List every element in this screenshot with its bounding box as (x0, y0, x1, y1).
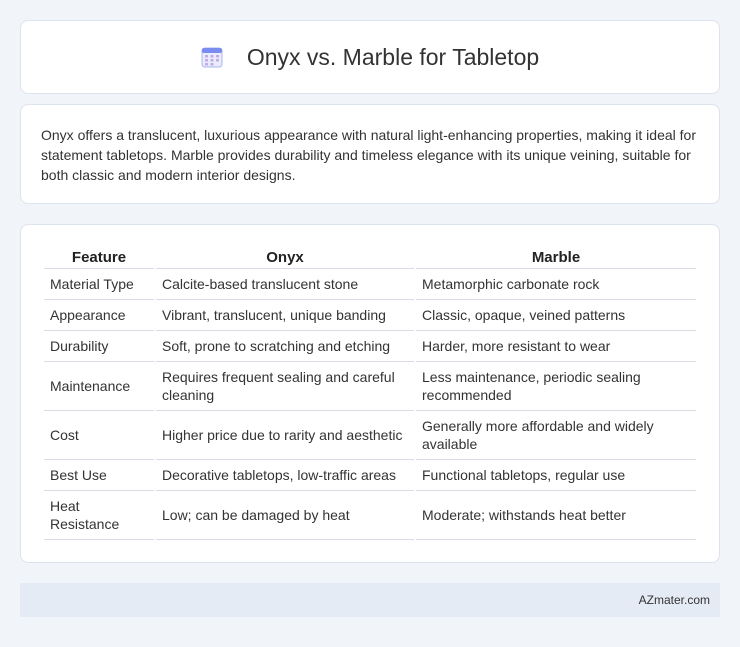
marble-cell: Less maintenance, periodic sealing recom… (416, 362, 696, 411)
feature-cell: Maintenance (44, 362, 154, 411)
marble-cell: Functional tabletops, regular use (416, 460, 696, 491)
table-row: Maintenance Requires frequent sealing an… (44, 362, 696, 411)
feature-cell: Heat Resistance (44, 491, 154, 540)
feature-cell: Material Type (44, 269, 154, 300)
comparison-table: Feature Onyx Marble Material Type Calcit… (42, 245, 698, 540)
header-marble: Marble (416, 245, 696, 269)
feature-cell: Best Use (44, 460, 154, 491)
onyx-cell: Higher price due to rarity and aesthetic (156, 411, 414, 460)
feature-cell: Durability (44, 331, 154, 362)
comparison-card: Feature Onyx Marble Material Type Calcit… (20, 224, 720, 563)
marble-cell: Generally more affordable and widely ava… (416, 411, 696, 460)
footer-site-link[interactable]: AZmater.com (639, 593, 710, 607)
page-title: Onyx vs. Marble for Tabletop (246, 43, 540, 70)
marble-cell: Moderate; withstands heat better (416, 491, 696, 540)
onyx-cell: Soft, prone to scratching and etching (156, 331, 414, 362)
onyx-cell: Decorative tabletops, low-traffic areas (156, 460, 414, 491)
feature-cell: Cost (44, 411, 154, 460)
table-row: Cost Higher price due to rarity and aest… (44, 411, 696, 460)
header-feature: Feature (44, 245, 154, 269)
calendar-icon (201, 47, 223, 68)
table-row: Heat Resistance Low; can be damaged by h… (44, 491, 696, 540)
feature-cell: Appearance (44, 300, 154, 331)
marble-cell: Classic, opaque, veined patterns (416, 300, 696, 331)
onyx-cell: Vibrant, translucent, unique banding (156, 300, 414, 331)
table-header-row: Feature Onyx Marble (44, 245, 696, 269)
header-onyx: Onyx (156, 245, 414, 269)
table-row: Durability Soft, prone to scratching and… (44, 331, 696, 362)
footer: AZmater.com (20, 583, 720, 617)
table-row: Material Type Calcite-based translucent … (44, 269, 696, 300)
onyx-cell: Requires frequent sealing and careful cl… (156, 362, 414, 411)
onyx-cell: Low; can be damaged by heat (156, 491, 414, 540)
onyx-cell: Calcite-based translucent stone (156, 269, 414, 300)
marble-cell: Harder, more resistant to wear (416, 331, 696, 362)
table-row: Appearance Vibrant, translucent, unique … (44, 300, 696, 331)
intro-card: Onyx offers a translucent, luxurious app… (20, 104, 720, 204)
table-row: Best Use Decorative tabletops, low-traff… (44, 460, 696, 491)
title-card: Onyx vs. Marble for Tabletop (20, 20, 720, 94)
intro-text: Onyx offers a translucent, luxurious app… (41, 127, 696, 183)
marble-cell: Metamorphic carbonate rock (416, 269, 696, 300)
